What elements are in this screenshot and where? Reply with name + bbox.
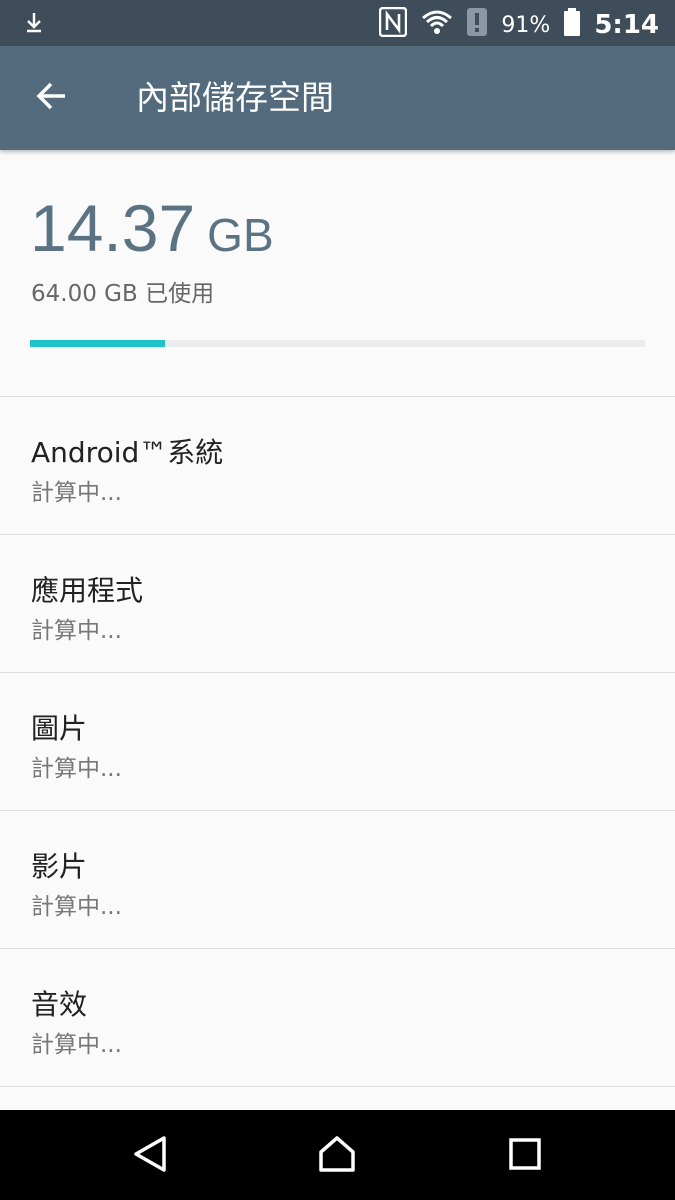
storage-progress-bar — [30, 340, 645, 347]
storage-category-list: Android™系統 計算中... 應用程式 計算中... 圖片 計算中... … — [0, 396, 675, 1127]
list-item-audio[interactable]: 音效 計算中... — [0, 948, 675, 1086]
page-title: 內部儲存空間 — [136, 78, 334, 117]
used-space-text: 64.00 GB 已使用 — [31, 281, 215, 307]
list-item-apps[interactable]: 應用程式 計算中... — [0, 534, 675, 672]
list-item-images[interactable]: 圖片 計算中... — [0, 672, 675, 810]
list-item-android-system[interactable]: Android™系統 計算中... — [0, 396, 675, 534]
list-item-status: 計算中... — [31, 1032, 122, 1058]
back-triangle-icon — [132, 1135, 168, 1177]
alert-icon — [467, 8, 488, 42]
free-space-unit: GB — [207, 209, 274, 261]
free-space: 14.37 GB — [30, 190, 274, 266]
battery-icon — [564, 8, 581, 42]
nfc-icon — [379, 6, 408, 43]
list-item-title: 影片 — [31, 850, 88, 883]
arrow-left-icon — [35, 79, 69, 117]
back-button[interactable] — [28, 74, 76, 122]
recents-icon — [508, 1137, 542, 1175]
nav-recents-button[interactable] — [499, 1130, 551, 1182]
nav-back-button[interactable] — [124, 1130, 176, 1182]
storage-summary: 14.37 GB 64.00 GB 已使用 — [0, 150, 675, 396]
storage-progress-fill — [30, 340, 166, 347]
list-item-status: 計算中... — [31, 756, 122, 782]
clock: 5:14 — [594, 10, 659, 40]
list-item-status: 計算中... — [31, 618, 122, 644]
list-item-status: 計算中... — [31, 480, 122, 506]
wifi-icon — [421, 9, 453, 41]
toolbar: 內部儲存空間 — [0, 46, 675, 150]
battery-percent: 91% — [501, 12, 551, 38]
home-icon — [317, 1135, 357, 1177]
list-item-status: 計算中... — [31, 894, 122, 920]
list-item-videos[interactable]: 影片 計算中... — [0, 810, 675, 948]
list-item-title: 音效 — [31, 988, 88, 1021]
list-item-title: Android™系統 — [31, 436, 224, 469]
navigation-bar — [0, 1110, 675, 1200]
free-space-value: 14.37 — [30, 191, 196, 265]
status-bar: 91% 5:14 — [0, 0, 675, 46]
list-item-title: 圖片 — [31, 712, 88, 745]
nav-home-button[interactable] — [311, 1130, 363, 1182]
list-item-title: 應用程式 — [31, 574, 144, 607]
download-icon — [22, 10, 46, 38]
